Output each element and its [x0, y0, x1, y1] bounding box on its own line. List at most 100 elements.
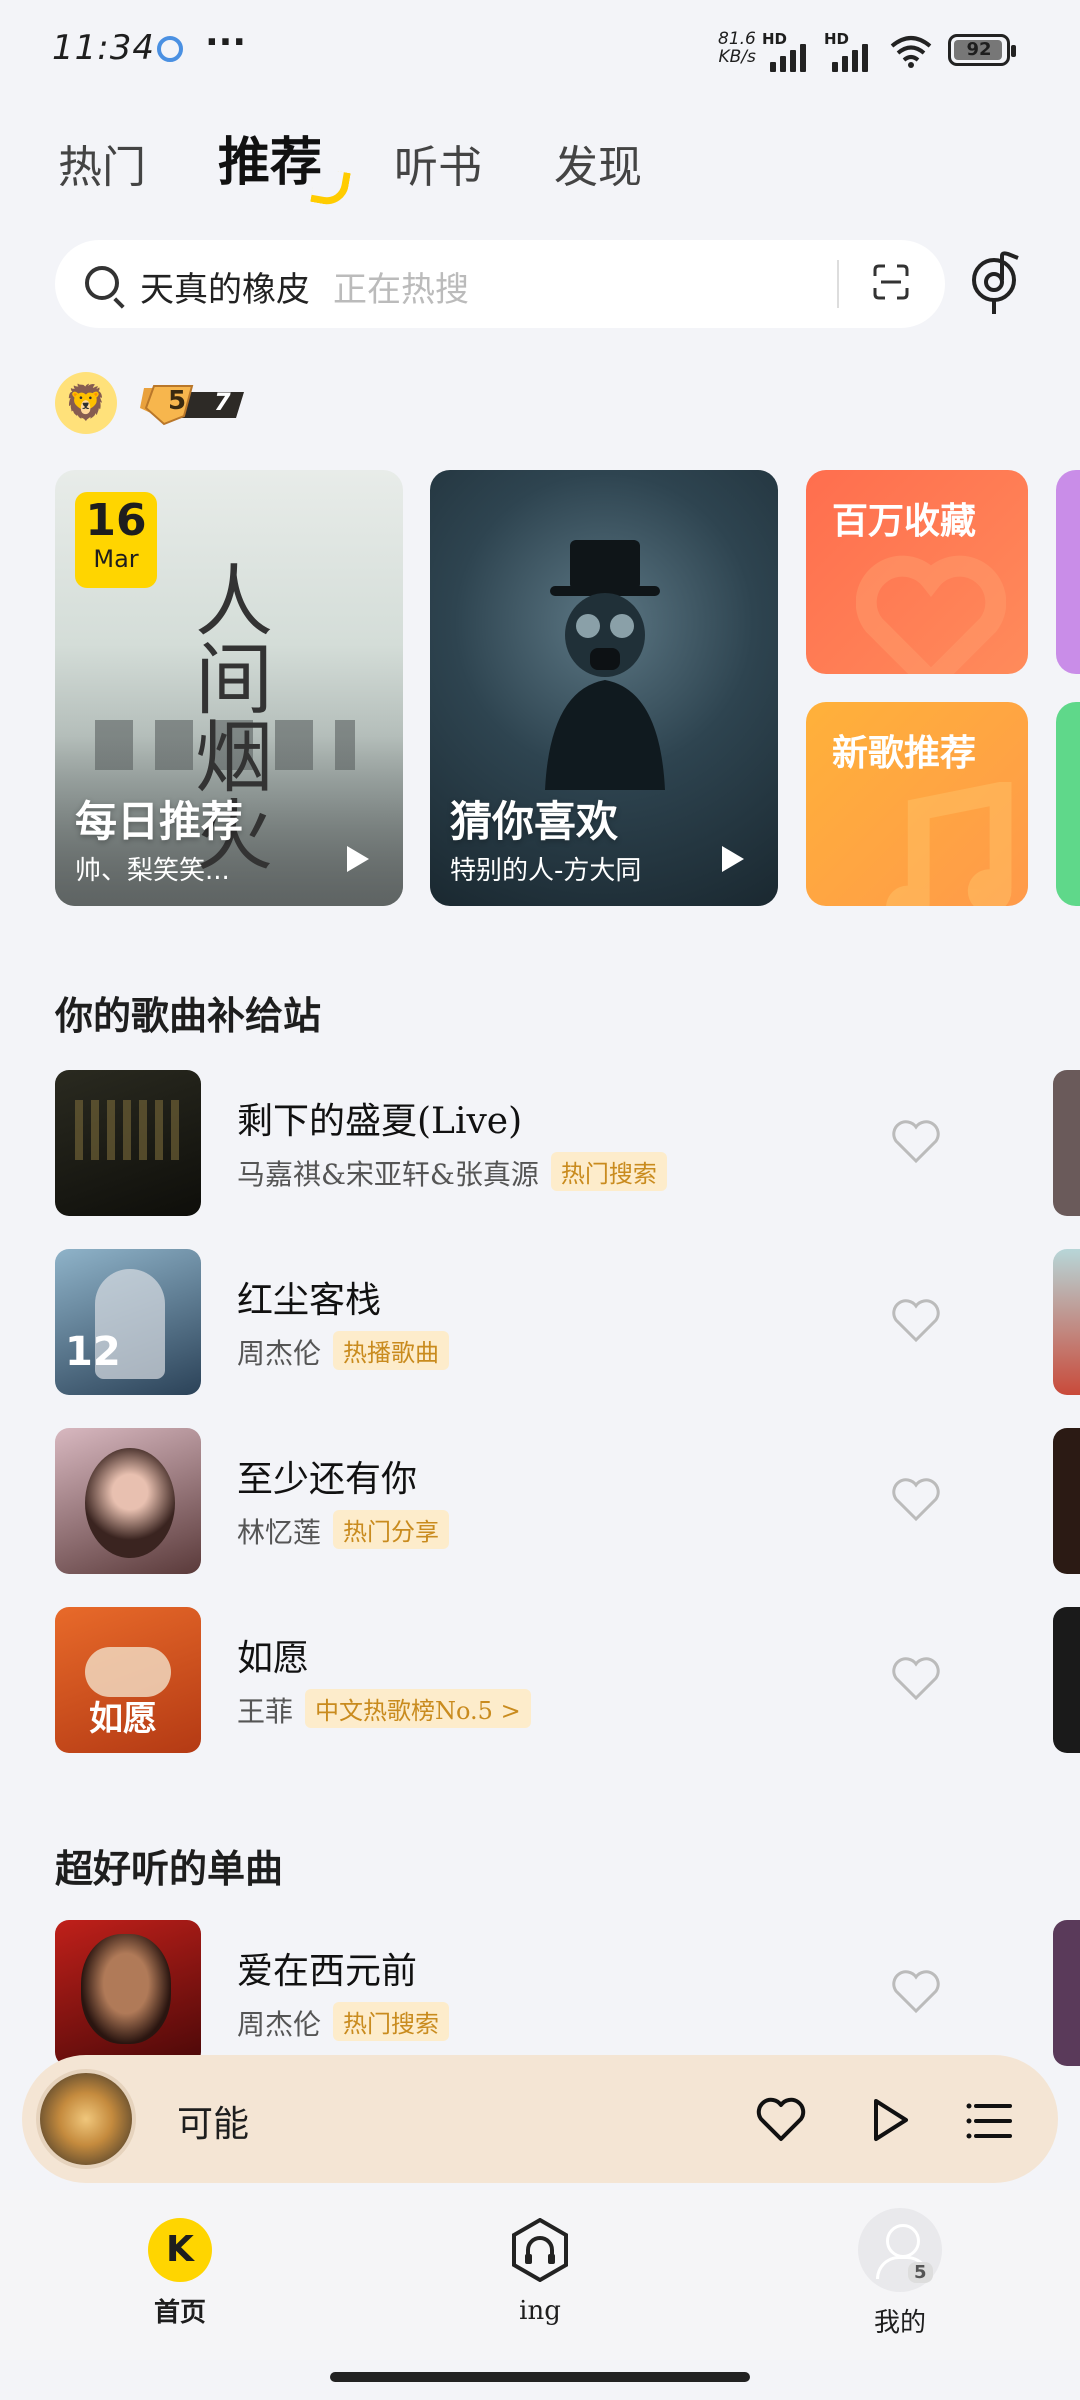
- song-artist-line: 王菲 中文热歌榜No.5 >: [237, 1689, 531, 1730]
- music-note-art-icon: [886, 782, 1012, 906]
- battery-level: 92: [966, 39, 992, 60]
- section-title: 超好听的单曲: [55, 1846, 284, 1891]
- now-playing-cover[interactable]: [36, 2069, 136, 2169]
- next-column-peek[interactable]: [1053, 1607, 1080, 1753]
- song-tag: 热门搜索: [333, 2002, 450, 2041]
- status-bar: 11:34 ··· 81.6 KB/s HD HD 92: [0, 0, 1080, 100]
- song-tag: 热播歌曲: [333, 1331, 450, 1370]
- song-row[interactable]: 12 红尘客栈 周杰伦 热播歌曲: [55, 1249, 1080, 1395]
- song-title: 如愿: [237, 1638, 310, 1679]
- status-time: 11:34: [52, 28, 155, 68]
- search-icon: [85, 266, 119, 300]
- song-row[interactable]: 剩下的盛夏(Live) 马嘉祺&宋亚轩&张真源 热门搜索: [55, 1070, 1080, 1216]
- network-speed-unit: KB/s: [718, 47, 756, 67]
- tab-recommend[interactable]: 推荐: [218, 120, 322, 195]
- card-title: 新歌推荐: [832, 733, 977, 774]
- song-artist-line: 周杰伦 热门搜索: [237, 2002, 450, 2043]
- song-artist-line: 周杰伦 热播歌曲: [237, 1331, 450, 1372]
- song-tag: 热门分享: [333, 1510, 450, 1549]
- scan-icon[interactable]: [873, 264, 909, 300]
- card-title: 百万收藏: [832, 501, 977, 542]
- song-cover: [55, 1428, 201, 1574]
- song-title: 红尘客栈: [237, 1280, 382, 1321]
- network-speed-value: 81.6: [718, 29, 756, 49]
- guess-you-like-card[interactable]: 猜你喜欢 特别的人-方大同: [430, 470, 778, 906]
- nav-mine[interactable]: 5 我的: [830, 2208, 970, 2339]
- search-hint: 正在热搜: [333, 270, 469, 310]
- nav-home-label: 首页: [153, 2298, 206, 2328]
- tab-hot[interactable]: 热门: [58, 131, 146, 195]
- play-icon[interactable]: [347, 846, 369, 872]
- like-heart-icon[interactable]: [891, 1299, 941, 1343]
- like-heart-icon[interactable]: [891, 1970, 941, 2014]
- nav-home[interactable]: K 首页: [110, 2218, 250, 2329]
- play-icon[interactable]: [870, 2097, 910, 2143]
- date-month: Mar: [93, 545, 139, 573]
- song-title: 爱在西元前: [237, 1951, 418, 1992]
- signal-icon-1: [770, 44, 806, 72]
- song-artist-line: 马嘉祺&宋亚轩&张真源 热门搜索: [237, 1152, 667, 1193]
- song-cover: [55, 1920, 201, 2066]
- playlist-icon[interactable]: [966, 2101, 1012, 2141]
- song-artist-line: 林忆莲 热门分享: [237, 1510, 450, 1551]
- million-collect-card[interactable]: 百万收藏: [806, 470, 1028, 674]
- now-playing-title: 可能: [177, 2104, 250, 2145]
- chart-rank-tag[interactable]: 中文热歌榜No.5 >: [305, 1689, 531, 1728]
- search-divider: [837, 260, 839, 308]
- level-badge[interactable]: [140, 378, 248, 430]
- card-title: 猜你喜欢: [450, 797, 619, 846]
- song-artist: 周杰伦: [237, 2008, 322, 2041]
- app-notification-icon: [157, 36, 183, 62]
- gesture-home-bar[interactable]: [330, 2372, 750, 2382]
- song-row[interactable]: 爱在西元前 周杰伦 热门搜索: [55, 1920, 1080, 2066]
- search-bar[interactable]: 天真的橡皮 正在热搜: [55, 240, 945, 328]
- favorite-heart-icon[interactable]: [756, 2097, 806, 2143]
- daily-recommend-card[interactable]: 人间烟火 16 Mar 每日推荐 帅、梨笑笑...: [55, 470, 403, 906]
- next-column-peek[interactable]: [1053, 1920, 1080, 2066]
- wifi-icon: [890, 36, 932, 68]
- more-notifications-icon: ···: [205, 22, 247, 63]
- nav-mine-label: 我的: [873, 2308, 926, 2338]
- song-artist: 林忆莲: [237, 1516, 322, 1549]
- avatar-lion-icon[interactable]: 🦁: [55, 372, 117, 434]
- next-card-peek[interactable]: [1056, 470, 1080, 674]
- next-column-peek[interactable]: [1053, 1249, 1080, 1395]
- battery-icon: 92: [948, 34, 1016, 66]
- play-icon[interactable]: [722, 846, 744, 872]
- signal-icon-2: [832, 44, 868, 72]
- new-songs-card[interactable]: 新歌推荐: [806, 702, 1028, 906]
- cover-text: 如愿: [89, 1699, 157, 1739]
- section-title: 你的歌曲补给站: [55, 993, 322, 1038]
- song-tag: 热门搜索: [550, 1152, 667, 1191]
- user-avatar-icon: 5: [858, 2208, 942, 2292]
- next-column-peek[interactable]: [1053, 1070, 1080, 1216]
- network-speed: 81.6 KB/s: [718, 30, 756, 66]
- song-artist: 马嘉祺&宋亚轩&张真源: [237, 1158, 539, 1191]
- bottom-nav: K 首页 ing 5 我的: [0, 2190, 1080, 2360]
- card-art-figure: [545, 540, 665, 790]
- nav-ing[interactable]: ing: [470, 2217, 610, 2326]
- heart-art-icon: [856, 555, 1006, 674]
- next-column-peek[interactable]: [1053, 1428, 1080, 1574]
- date-day: 16: [85, 495, 147, 546]
- tab-audiobook[interactable]: 听书: [394, 131, 482, 195]
- next-card-peek[interactable]: [1056, 702, 1080, 906]
- voice-search-icon[interactable]: [968, 250, 1024, 316]
- level-mini-badge: 5: [908, 2262, 933, 2283]
- song-row[interactable]: 至少还有你 林忆莲 热门分享: [55, 1428, 1080, 1574]
- song-artist: 周杰伦: [237, 1337, 322, 1370]
- level-number: 5: [168, 386, 187, 416]
- mini-player[interactable]: 可能: [22, 2055, 1058, 2183]
- song-cover: 12: [55, 1249, 201, 1395]
- card-title: 每日推荐: [75, 797, 244, 846]
- like-heart-icon[interactable]: [891, 1478, 941, 1522]
- level-stars: 7: [214, 388, 231, 416]
- tab-discover[interactable]: 发现: [554, 131, 642, 195]
- song-row[interactable]: 如愿 如愿 王菲 中文热歌榜No.5 >: [55, 1607, 1080, 1753]
- like-heart-icon[interactable]: [891, 1120, 941, 1164]
- song-cover: [55, 1070, 201, 1216]
- nav-ing-label: ing: [519, 2296, 561, 2326]
- search-query: 天真的橡皮: [140, 270, 310, 310]
- top-tabs: 热门 推荐 听书 发现: [58, 120, 642, 195]
- like-heart-icon[interactable]: [891, 1657, 941, 1701]
